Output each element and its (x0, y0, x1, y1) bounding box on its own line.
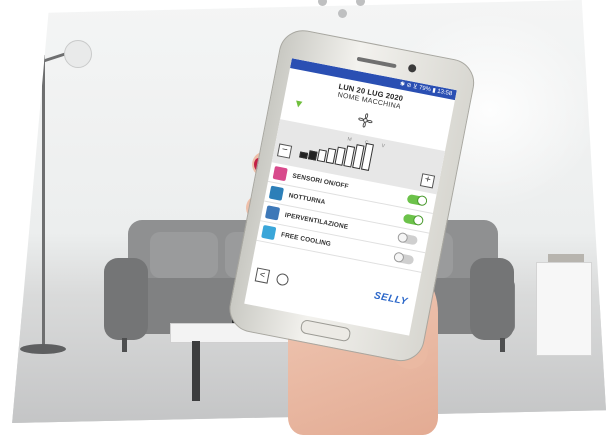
night-icon (268, 185, 284, 201)
hyperventilation-icon (264, 205, 281, 221)
sofa-leg (500, 338, 505, 352)
bottom-bar: < SELLY (248, 260, 418, 318)
free-cooling-toggle[interactable] (393, 251, 415, 266)
sofa-arm-left (104, 258, 148, 340)
fan-icon (358, 113, 373, 128)
decor-dot (356, 0, 365, 6)
sofa-cushion (150, 232, 218, 278)
decrease-speed-button[interactable]: − (276, 143, 293, 159)
sensors-toggle[interactable] (406, 193, 428, 207)
brand-logo: SELLY (373, 290, 409, 308)
floor-lamp-base (20, 344, 66, 354)
coffee-table-leg (192, 341, 200, 401)
sofa-arm-right (470, 258, 514, 340)
sofa-leg (122, 338, 127, 352)
filter-icon[interactable]: ▼ (292, 97, 305, 111)
night-toggle[interactable] (402, 213, 425, 227)
free-cooling-icon (261, 224, 277, 241)
hyperventilation-toggle[interactable] (396, 231, 419, 246)
floor-lamp-shade (64, 40, 92, 68)
menu-label: FREE COOLING (280, 231, 332, 248)
settings-icon[interactable] (275, 272, 290, 287)
decor-dot (338, 9, 347, 18)
increase-speed-button[interactable]: + (419, 173, 436, 189)
back-button[interactable]: < (254, 267, 271, 284)
side-cabinet (536, 262, 592, 356)
speed-level-bar[interactable] (299, 151, 309, 159)
floor-lamp (42, 55, 45, 350)
menu-label: NOTTURNA (287, 192, 326, 207)
decor-dot (318, 0, 327, 6)
sensor-icon (272, 165, 288, 182)
